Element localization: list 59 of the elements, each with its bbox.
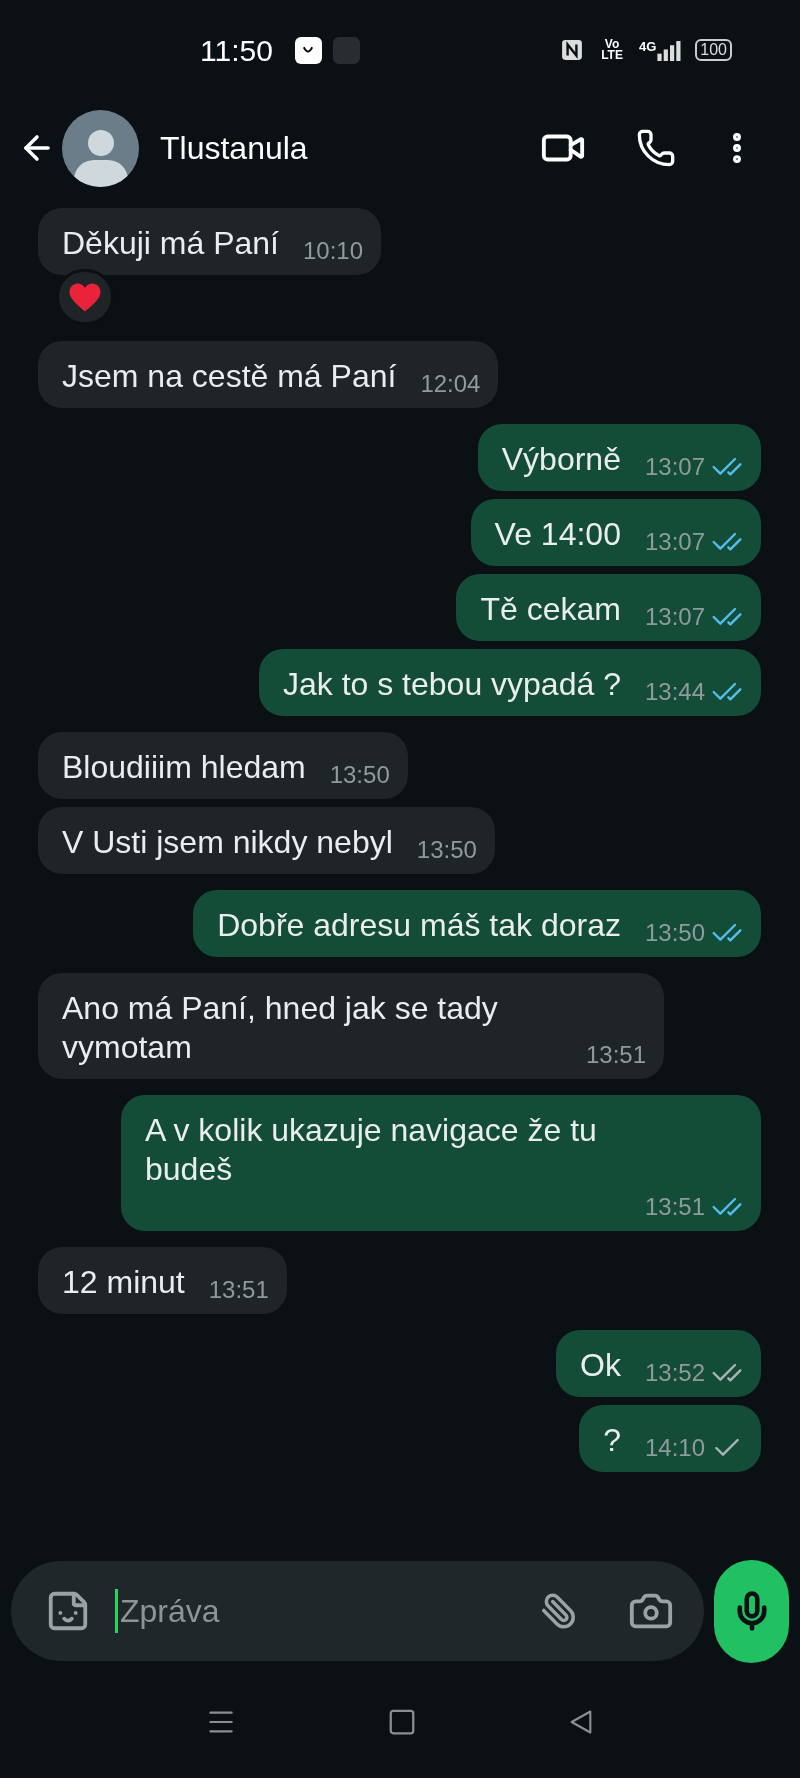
message-time: 13:51 <box>644 1192 705 1222</box>
contact-name[interactable]: Tlustanula <box>160 124 308 172</box>
message-text: Ve 14:00 <box>494 515 621 554</box>
message-bubble[interactable]: Ok 13:52 <box>556 1330 761 1397</box>
message-bubble[interactable]: ? 14:10 <box>579 1405 761 1472</box>
message-time: 14:10 <box>644 1433 705 1463</box>
message-text: ? <box>603 1421 621 1460</box>
app-icon <box>332 36 360 64</box>
volte-label: Vo <box>604 39 620 50</box>
message-field[interactable]: Zpráva <box>120 1587 540 1635</box>
message-text: A v kolik ukazuje navigace že tu budeš <box>145 1111 598 1189</box>
home-icon[interactable] <box>387 1707 417 1737</box>
message-time: 13:50 <box>644 918 705 948</box>
message-bubble[interactable]: Výborně 13:07 <box>477 424 761 491</box>
network-label: 4G <box>638 38 657 56</box>
message-text: Ok <box>580 1346 621 1385</box>
message-bubble[interactable]: Děkuji má Paní 10:10 <box>38 208 382 275</box>
message-time: 13:07 <box>644 527 705 557</box>
heart-icon <box>68 281 102 313</box>
message-bubble[interactable]: Dobře adresu máš tak doraz 13:50 <box>193 890 761 957</box>
message-input[interactable]: Zpráva <box>11 1561 704 1661</box>
app-icon <box>294 36 322 64</box>
message-bubble[interactable]: Tě cekam 13:07 <box>456 574 761 641</box>
signal-icon <box>657 39 684 61</box>
message-bubble[interactable]: Ve 14:00 13:07 <box>470 499 761 566</box>
message-time: 13:51 <box>208 1275 269 1305</box>
message-text: Tě cekam <box>480 590 621 629</box>
message-bubble[interactable]: 12 minut 13:51 <box>38 1247 287 1314</box>
message-text: Děkuji má Paní <box>62 224 279 263</box>
message-bubble[interactable]: Jsem na cestě má Paní 12:04 <box>38 341 499 408</box>
message-bubble[interactable]: Bloudiiim hledam 13:50 <box>38 732 408 799</box>
message-time: 13:50 <box>329 760 390 790</box>
nfc-icon <box>561 39 584 61</box>
message-text: V Usti jsem nikdy nebyl <box>62 823 393 862</box>
text-cursor <box>115 1589 118 1633</box>
attach-icon[interactable] <box>540 1592 578 1630</box>
status-time: 11:50 <box>200 32 273 69</box>
message-text: Ano má Paní, hned jak se tady vymotam <box>62 989 499 1067</box>
message-time: 13:50 <box>416 835 477 865</box>
battery-indicator: 100 <box>695 39 732 61</box>
message-time: 13:07 <box>644 602 705 632</box>
message-bubble[interactable]: Ano má Paní, hned jak se tady vymotam 13:51 <box>38 973 665 1079</box>
message-text: 12 minut <box>62 1263 185 1302</box>
message-time: 10:10 <box>303 236 364 266</box>
message-bubble[interactable]: A v kolik ukazuje navigace že tu budeš 13:51 <box>121 1095 761 1231</box>
message-time: 12:04 <box>420 369 481 399</box>
message-time: 13:51 <box>586 1040 647 1070</box>
message-text: Bloudiiim hledam <box>62 748 306 787</box>
message-text: Jak to s tebou vypadá ? <box>282 665 621 704</box>
message-time: 13:07 <box>644 452 705 482</box>
volte-label: LTE <box>601 50 623 61</box>
phone-icon[interactable] <box>636 128 676 168</box>
message-text: Výborně <box>501 440 621 479</box>
message-time: 13:52 <box>644 1358 705 1388</box>
message-bubble[interactable]: V Usti jsem nikdy nebyl 13:50 <box>38 807 495 874</box>
message-bubble[interactable]: Jak to s tebou vypadá ? 13:44 <box>258 649 761 716</box>
message-text: Jsem na cestě má Paní <box>62 357 397 396</box>
message-time: 13:44 <box>644 677 705 707</box>
message-text: Dobře adresu máš tak doraz <box>217 906 621 945</box>
